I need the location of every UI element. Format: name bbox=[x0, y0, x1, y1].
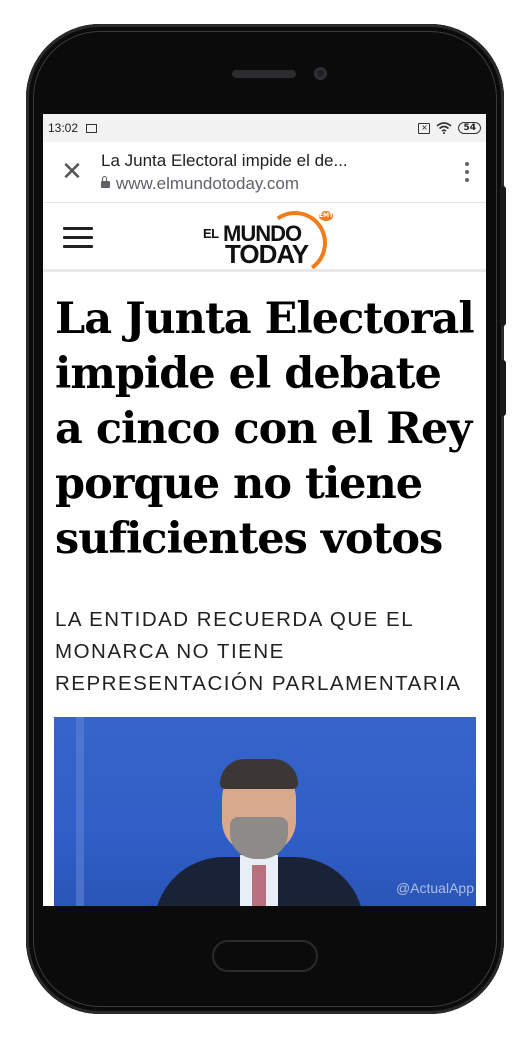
volume-button bbox=[500, 186, 506, 326]
article-subheadline: LA ENTIDAD RECUERDA QUE EL MONARCA NO TI… bbox=[55, 608, 462, 695]
gmail-notification-icon bbox=[86, 123, 98, 133]
article-headline: La Junta Electoral impide el debate a ci… bbox=[55, 294, 475, 564]
hamburger-menu-icon[interactable] bbox=[63, 227, 93, 254]
photo-hair bbox=[220, 759, 298, 789]
wifi-icon bbox=[436, 122, 452, 134]
logo-today: TODAY bbox=[225, 239, 309, 269]
logo-badge: EMT bbox=[319, 211, 334, 221]
site-logo[interactable]: EL MUNDO TODAY EMT bbox=[203, 205, 335, 281]
status-icons: × 54 bbox=[418, 122, 481, 134]
no-sim-icon: × bbox=[418, 122, 431, 134]
status-bar: 13:02 × 54 bbox=[43, 114, 486, 142]
power-button bbox=[500, 360, 506, 416]
photo-beard bbox=[230, 817, 288, 859]
battery-indicator: 54 bbox=[458, 122, 481, 134]
front-camera bbox=[314, 67, 327, 80]
url-domain: www.elmundotoday.com bbox=[116, 173, 299, 193]
article-photo[interactable]: @ActualApp bbox=[54, 717, 476, 906]
url-info[interactable]: La Junta Electoral impide el de... www.e… bbox=[101, 151, 454, 194]
photo-background-stripe bbox=[76, 717, 84, 906]
logo-el: EL bbox=[203, 226, 219, 241]
more-options-icon[interactable] bbox=[454, 162, 480, 182]
photo-tie bbox=[252, 865, 266, 906]
url-domain-row: www.elmundotoday.com bbox=[101, 174, 454, 194]
home-button[interactable] bbox=[212, 940, 318, 972]
photo-watermark: @ActualApp bbox=[395, 880, 474, 896]
page-title: La Junta Electoral impide el de... bbox=[101, 150, 348, 170]
earpiece-speaker bbox=[232, 70, 296, 78]
status-time: 13:02 bbox=[48, 121, 79, 135]
close-tab-button[interactable]: ✕ bbox=[43, 157, 101, 187]
browser-url-bar: ✕ La Junta Electoral impide el de... www… bbox=[43, 142, 486, 203]
lock-icon bbox=[101, 176, 110, 188]
phone-screen: 13:02 × 54 ✕ La Junta Electoral impide e… bbox=[43, 114, 486, 906]
site-header: EL MUNDO TODAY EMT bbox=[43, 203, 486, 281]
